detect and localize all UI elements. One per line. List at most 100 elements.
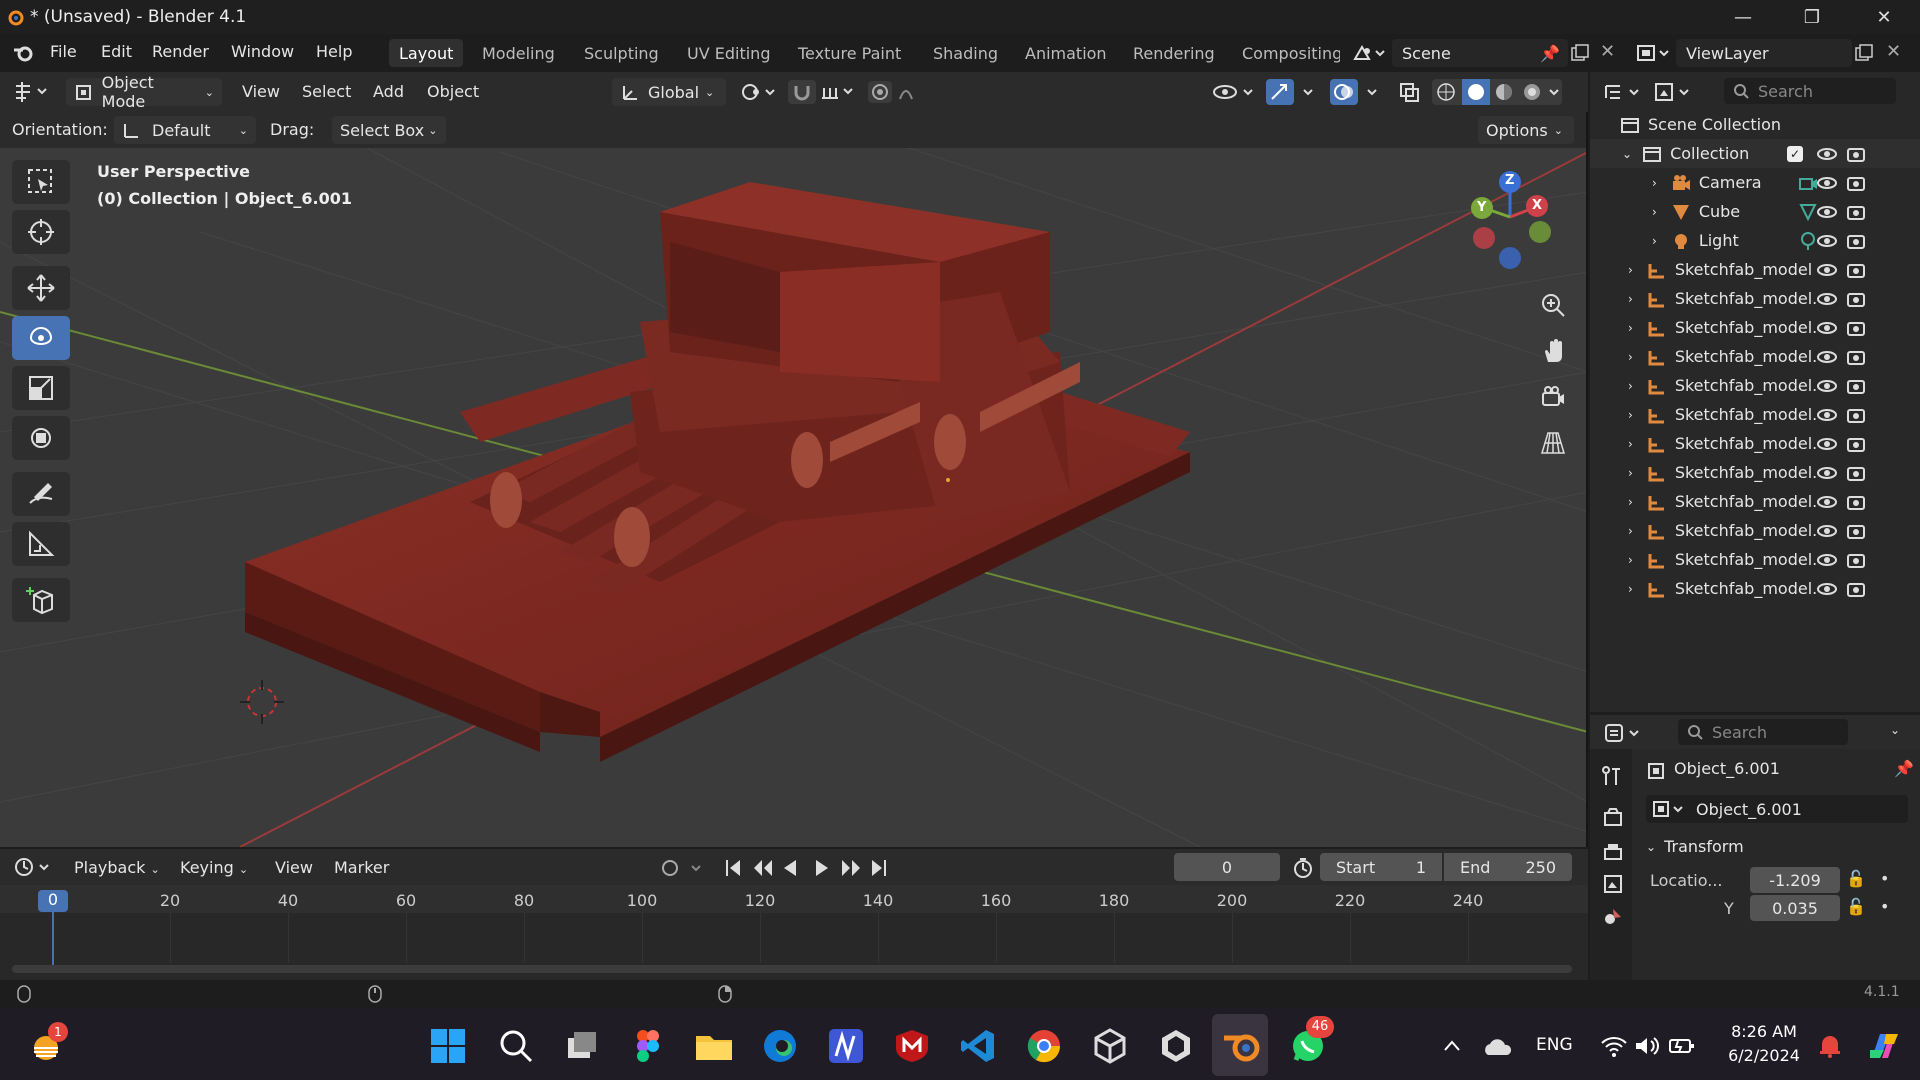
expand-icon[interactable]: › <box>1628 321 1633 335</box>
visibility-eye-icon[interactable] <box>1816 291 1838 307</box>
new-scene-icon[interactable] <box>1570 43 1590 63</box>
viewlayer-name-field[interactable]: ViewLayer <box>1676 39 1852 67</box>
proportional-editing-icon[interactable] <box>868 81 928 103</box>
visibility-selectability-icon[interactable] <box>1212 81 1258 103</box>
measure-tool[interactable] <box>12 522 70 566</box>
render-camera-icon[interactable] <box>1846 551 1866 569</box>
visibility-eye-icon[interactable] <box>1816 494 1838 510</box>
visibility-eye-icon[interactable] <box>1816 146 1838 162</box>
keyframe-y-icon[interactable]: • <box>1880 897 1889 916</box>
onedrive-icon[interactable] <box>1476 1024 1520 1068</box>
scene-collection-row[interactable]: Scene Collection <box>1590 110 1920 139</box>
visibility-eye-icon[interactable] <box>1816 552 1838 568</box>
vscode-icon[interactable] <box>956 1024 1000 1068</box>
outliner-row-sketchfab-model[interactable]: › Sketchfab_model. <box>1590 458 1920 487</box>
collection-checkbox[interactable]: ✓ <box>1787 145 1803 162</box>
tab-modeling[interactable]: Modeling <box>472 39 565 67</box>
unity-hub-icon[interactable] <box>1154 1024 1198 1068</box>
outliner-row-sketchfab-model[interactable]: › Sketchfab_model. <box>1590 342 1920 371</box>
expand-icon[interactable]: › <box>1628 553 1633 567</box>
outliner-row-sketchfab-model[interactable]: › Sketchfab_model. <box>1590 429 1920 458</box>
outliner-row-sketchfab-model[interactable]: › Sketchfab_model. <box>1590 487 1920 516</box>
task-view-icon[interactable] <box>560 1024 604 1068</box>
expand-icon[interactable]: › <box>1628 292 1633 306</box>
pin-icon[interactable]: 📌 <box>1540 44 1560 63</box>
outliner-row-sketchfab-model[interactable]: › Sketchfab_model <box>1590 255 1920 284</box>
render-camera-icon[interactable] <box>1846 348 1866 366</box>
pivot-point-icon[interactable] <box>740 82 780 102</box>
mcafee-icon[interactable] <box>890 1024 934 1068</box>
outliner-row-sketchfab-model[interactable]: › Sketchfab_model. <box>1590 371 1920 400</box>
expand-icon[interactable]: › <box>1628 379 1633 393</box>
transform-orientation-dropdown[interactable]: Global ⌄ <box>612 78 726 106</box>
clock-date[interactable]: 6/2/2024 <box>1720 1046 1808 1065</box>
expand-collection-icon[interactable]: ⌄ <box>1622 147 1632 161</box>
timeline-menu-keying[interactable]: Keying ⌄ <box>180 858 248 877</box>
viewport-menu-object[interactable]: Object <box>427 82 479 101</box>
viewport-menu-add[interactable]: Add <box>373 82 404 101</box>
expand-icon[interactable]: › <box>1652 205 1657 219</box>
scene-selector-icon[interactable] <box>1352 43 1386 63</box>
render-camera-icon[interactable] <box>1846 319 1866 337</box>
menu-file[interactable]: File <box>50 42 77 61</box>
select-box-tool[interactable] <box>12 160 70 204</box>
expand-icon[interactable]: › <box>1628 408 1633 422</box>
perspective-toggle-icon[interactable] <box>1534 424 1572 462</box>
figma-icon[interactable] <box>626 1024 670 1068</box>
start-frame-field[interactable]: Start 1 <box>1320 853 1442 881</box>
move-tool[interactable] <box>12 266 70 310</box>
tab-uv-editing[interactable]: UV Editing <box>677 39 780 67</box>
visibility-eye-icon[interactable] <box>1816 204 1838 220</box>
tab-shading[interactable]: Shading <box>923 39 1008 67</box>
battery-icon[interactable] <box>1660 1024 1704 1068</box>
copilot-icon[interactable] <box>1862 1024 1906 1068</box>
expand-icon[interactable]: › <box>1628 466 1633 480</box>
expand-icon[interactable]: › <box>1628 350 1633 364</box>
render-camera-icon[interactable] <box>1846 290 1866 308</box>
render-camera-icon[interactable] <box>1846 435 1866 453</box>
minimize-icon[interactable]: — <box>1715 0 1771 34</box>
render-camera-icon[interactable] <box>1846 493 1866 511</box>
visibility-eye-icon[interactable] <box>1816 407 1838 423</box>
options-dropdown[interactable]: Options ⌄ <box>1478 116 1574 144</box>
outliner-row-sketchfab-model[interactable]: › Sketchfab_model. <box>1590 545 1920 574</box>
tab-texture-paint[interactable]: Texture Paint <box>788 39 911 67</box>
transform-panel-header[interactable]: ⌄ Transform <box>1646 837 1744 856</box>
outliner-row-camera[interactable]: › Camera <box>1590 168 1920 197</box>
render-camera-icon[interactable] <box>1846 406 1866 424</box>
file-explorer-icon[interactable] <box>692 1024 736 1068</box>
outliner-search-input[interactable]: Search <box>1724 78 1896 104</box>
scale-tool[interactable] <box>12 366 70 410</box>
expand-icon[interactable]: › <box>1628 582 1633 596</box>
blender-menu-icon[interactable] <box>12 44 34 62</box>
menu-render[interactable]: Render <box>152 42 209 61</box>
collection-row[interactable]: ⌄ Collection ✓ <box>1590 139 1920 168</box>
start-icon[interactable] <box>426 1024 470 1068</box>
end-frame-field[interactable]: End 250 <box>1444 853 1572 881</box>
visibility-eye-icon[interactable] <box>1816 349 1838 365</box>
object-mode-dropdown[interactable]: Object Mode ⌄ <box>66 73 222 111</box>
lock-location-y-icon[interactable]: 🔓 <box>1846 897 1866 916</box>
overlays-toggle-icon[interactable] <box>1330 79 1386 105</box>
app-m-icon[interactable] <box>824 1024 868 1068</box>
render-camera-icon[interactable] <box>1846 174 1866 192</box>
tab-compositing[interactable]: Compositing <box>1232 39 1340 67</box>
expand-icon[interactable]: › <box>1628 263 1633 277</box>
properties-options-chevron-icon[interactable]: ⌄ <box>1890 723 1900 737</box>
language-indicator[interactable]: ENG <box>1536 1035 1573 1055</box>
snap-icon[interactable] <box>788 80 856 104</box>
cursor-tool[interactable] <box>12 210 70 254</box>
object-name-field[interactable]: Object_6.001 <box>1646 795 1908 823</box>
blender-taskbar-icon[interactable] <box>1220 1024 1264 1068</box>
close-icon[interactable]: ✕ <box>1856 0 1912 34</box>
outliner-row-sketchfab-model[interactable]: › Sketchfab_model. <box>1590 284 1920 313</box>
add-cube-tool[interactable] <box>12 578 70 622</box>
location-x-field[interactable]: -1.209 <box>1750 867 1840 893</box>
render-camera-icon[interactable] <box>1846 377 1866 395</box>
visibility-eye-icon[interactable] <box>1816 436 1838 452</box>
render-camera-icon[interactable] <box>1846 232 1866 250</box>
menu-edit[interactable]: Edit <box>101 42 132 61</box>
timeline-menu-view[interactable]: View <box>275 858 313 877</box>
gizmo-toggle-icon[interactable] <box>1266 79 1322 105</box>
show-hidden-icons-icon[interactable] <box>1430 1024 1474 1068</box>
